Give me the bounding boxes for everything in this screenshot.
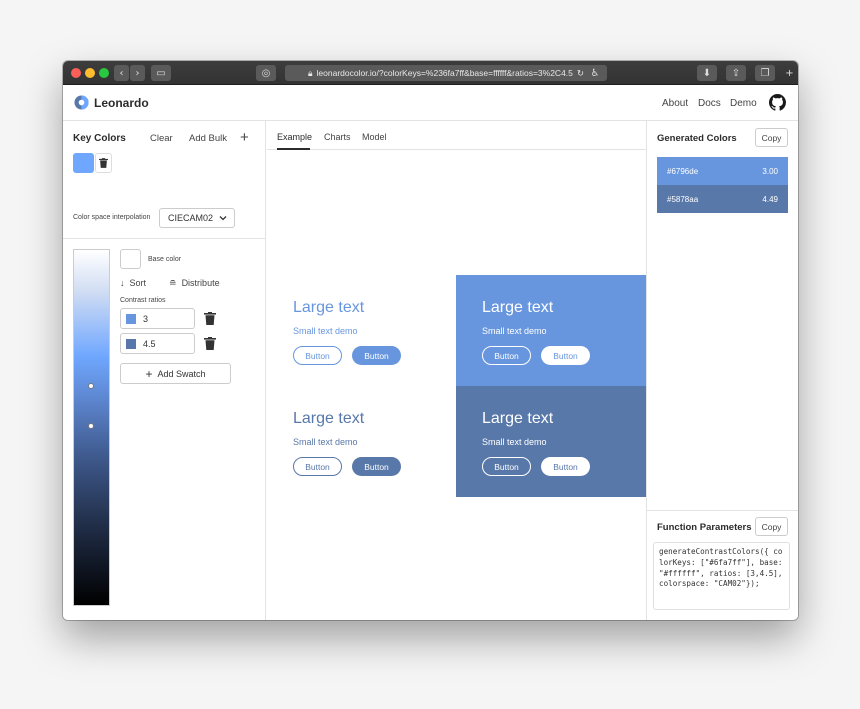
small-text-demo: Small text demo (482, 437, 547, 447)
large-text-demo: Large text (482, 410, 554, 427)
tab-model[interactable]: Model (362, 132, 387, 142)
key-color-swatch[interactable] (73, 153, 94, 173)
nav-demo-link[interactable]: Demo (730, 98, 757, 109)
tabs-icon[interactable]: ❐ (755, 65, 775, 81)
ratio-marker[interactable] (88, 383, 94, 389)
panel-divider (647, 510, 798, 511)
browser-window: ‹ › ▭ ◎ 🔒︎ leonardocolor.io/?colorKeys=%… (63, 61, 798, 620)
panel-divider (63, 238, 266, 239)
sidebar-toggle-icon[interactable]: ▭ (151, 65, 171, 81)
ratio-swatch (126, 339, 136, 349)
generated-color-row[interactable]: #6796de 3.00 (657, 157, 788, 185)
ratio-swatch (126, 314, 136, 324)
browser-titlebar: ‹ › ▭ ◎ 🔒︎ leonardocolor.io/?colorKeys=%… (63, 61, 798, 85)
minimize-window-button[interactable] (85, 68, 95, 78)
ratio-value: 4.5 (143, 338, 156, 349)
filled-button[interactable]: Button (352, 457, 401, 476)
demo-card: Large text Small text demo Button Button (456, 275, 646, 386)
color-ratio: 4.49 (762, 194, 778, 204)
contrast-ratios-label: Contrast ratios (120, 297, 166, 304)
plus-icon: + (145, 366, 153, 381)
generated-color-row[interactable]: #5878aa 4.49 (657, 185, 788, 213)
github-icon[interactable] (769, 94, 786, 111)
active-tab-indicator (277, 148, 310, 150)
color-hex: #6796de (667, 166, 699, 176)
ratio-value: 3 (143, 313, 149, 324)
sort-label: Sort (129, 278, 147, 288)
lock-icon: 🔒︎ (307, 67, 313, 78)
clear-button[interactable]: Clear (150, 133, 173, 144)
base-color-swatch[interactable] (120, 249, 141, 269)
distribute-label: Distribute (181, 278, 220, 288)
privacy-icon[interactable]: ◎ (256, 65, 276, 81)
color-hex: #5878aa (667, 194, 699, 204)
function-code-block[interactable]: generateContrastColors({ colorKeys: ["#6… (653, 542, 790, 610)
app-header: Leonardo About Docs Demo (63, 85, 798, 121)
chevron-down-icon (219, 216, 227, 221)
accessibility-icon[interactable]: ♿︎ (585, 65, 605, 81)
color-ratio: 3.00 (762, 166, 778, 176)
reload-icon[interactable]: ↻ (577, 68, 584, 79)
nav-about-link[interactable]: About (662, 98, 688, 109)
new-tab-icon[interactable]: + (781, 65, 798, 81)
demo-card: Large text Small text demo Button Button (456, 386, 646, 497)
outline-button[interactable]: Button (482, 457, 531, 476)
demo-card: Large text Small text demo Button Button (267, 386, 457, 497)
preview-tabs: Example Charts Model (267, 121, 646, 150)
large-text-demo: Large text (293, 299, 365, 316)
distribute-button[interactable]: ≘ Distribute (169, 278, 220, 289)
copy-params-button[interactable]: Copy (755, 517, 788, 536)
trash-icon (99, 158, 108, 168)
url-text: leonardocolor.io/?colorKeys=%236fa7ff&ba… (316, 68, 573, 78)
interpolation-label: Color space interpolation (73, 214, 151, 221)
back-icon[interactable]: ‹ (114, 65, 129, 81)
large-text-demo: Large text (482, 299, 554, 316)
function-parameters-title: Function Parameters (657, 522, 752, 533)
delete-key-color-button[interactable] (95, 153, 112, 173)
filled-button[interactable]: Button (541, 457, 590, 476)
demo-card: Large text Small text demo Button Button (267, 275, 457, 386)
small-text-demo: Small text demo (482, 326, 547, 336)
filled-button[interactable]: Button (541, 346, 590, 365)
key-colors-panel: Key Colors Clear Add Bulk + Color space … (63, 121, 266, 620)
outline-button[interactable]: Button (482, 346, 531, 365)
ratio-marker[interactable] (88, 423, 94, 429)
base-color-label: Base color (148, 256, 182, 263)
share-icon[interactable]: ⇪ (726, 65, 746, 81)
forward-icon[interactable]: › (130, 65, 145, 81)
filled-button[interactable]: Button (352, 346, 401, 365)
distribute-icon: ≘ (169, 278, 177, 288)
tab-example[interactable]: Example (277, 132, 312, 142)
nav-docs-link[interactable]: Docs (698, 98, 721, 109)
generated-colors-panel: Generated Colors Copy #6796de 3.00 #5878… (646, 121, 798, 620)
trash-icon[interactable] (204, 312, 216, 325)
sort-button[interactable]: ↓ Sort (120, 278, 146, 288)
ratio-input[interactable]: 4.5 (120, 333, 195, 354)
address-bar[interactable]: 🔒︎ leonardocolor.io/?colorKeys=%236fa7ff… (285, 65, 607, 81)
maximize-window-button[interactable] (99, 68, 109, 78)
add-swatch-label: Add Swatch (157, 368, 206, 379)
small-text-demo: Small text demo (293, 326, 358, 336)
outline-button[interactable]: Button (293, 457, 342, 476)
leonardo-logo-icon (74, 95, 89, 110)
close-window-button[interactable] (71, 68, 81, 78)
large-text-demo: Large text (293, 410, 365, 427)
add-bulk-button[interactable]: Add Bulk (189, 133, 227, 144)
trash-icon[interactable] (204, 337, 216, 350)
arrow-down-icon: ↓ (120, 278, 125, 288)
outline-button[interactable]: Button (293, 346, 342, 365)
interpolation-value: CIECAM02 (168, 213, 214, 223)
add-swatch-button[interactable]: + Add Swatch (120, 363, 231, 384)
small-text-demo: Small text demo (293, 437, 358, 447)
copy-colors-button[interactable]: Copy (755, 128, 788, 147)
download-icon[interactable]: ⬇ (697, 65, 717, 81)
preview-panel: Example Charts Model Large text Small te… (267, 121, 646, 620)
ratio-input[interactable]: 3 (120, 308, 195, 329)
tab-charts[interactable]: Charts (324, 132, 351, 142)
app-brand: Leonardo (94, 96, 149, 110)
key-colors-title: Key Colors (73, 133, 126, 144)
add-key-color-button[interactable]: + (240, 129, 249, 146)
interpolation-select[interactable]: CIECAM02 (159, 208, 235, 228)
generated-colors-title: Generated Colors (657, 133, 737, 144)
